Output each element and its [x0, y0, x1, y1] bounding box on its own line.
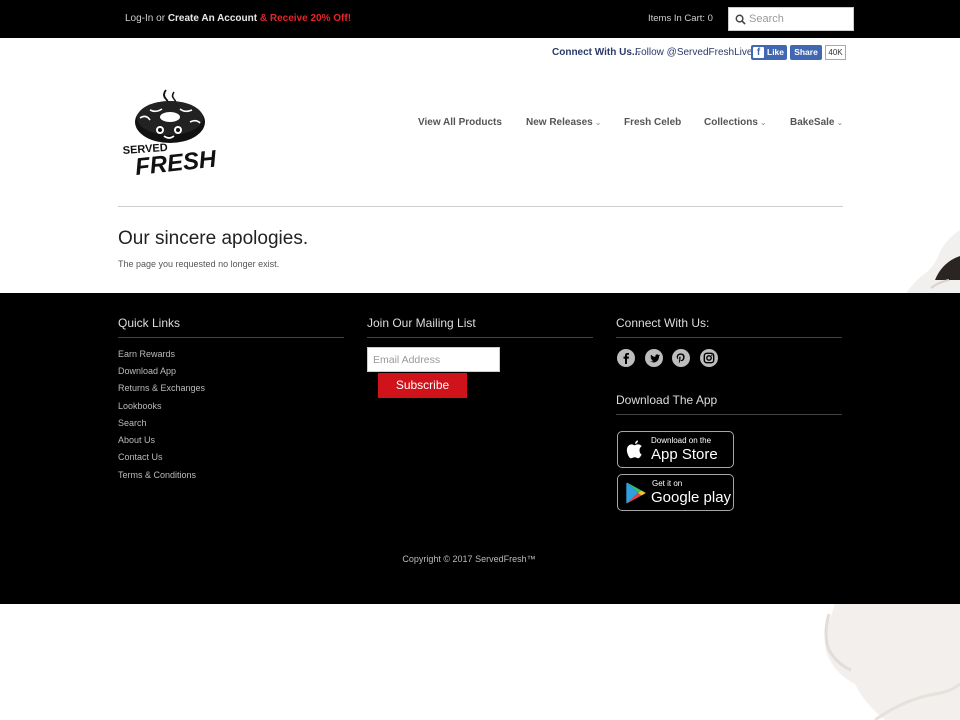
footer-link-about-us[interactable]: About Us: [118, 435, 155, 445]
nav-label: BakeSale: [790, 117, 835, 128]
nav-bakesale[interactable]: BakeSale ⌄: [790, 117, 843, 128]
chevron-down-icon: ⌄: [836, 118, 844, 127]
nav-label: New Releases: [526, 117, 593, 128]
mailing-list-heading: Join Our Mailing List: [367, 316, 476, 330]
create-account-link[interactable]: Create An Account: [168, 13, 257, 24]
nav-new-releases[interactable]: New Releases ⌄: [526, 117, 601, 128]
google-play-small-text: Get it on: [652, 479, 683, 488]
search-icon[interactable]: [735, 14, 746, 25]
follow-link[interactable]: Follow @ServedFreshLive: [635, 47, 752, 58]
cart-link[interactable]: Items In Cart: 0: [648, 13, 713, 24]
footer-link-lookbooks[interactable]: Lookbooks: [118, 401, 162, 411]
account-links: Log-In or Create An Account & Receive 20…: [125, 13, 351, 24]
like-label: Like: [767, 47, 785, 57]
nav-fresh-celeb[interactable]: Fresh Celeb: [624, 117, 681, 128]
or-text: or: [153, 13, 168, 24]
search-box[interactable]: [728, 7, 854, 31]
footer-divider: [118, 337, 344, 338]
connect-heading: Connect With Us:: [616, 316, 710, 330]
footer-divider: [616, 414, 842, 415]
footer-link-contact-us[interactable]: Contact Us: [118, 452, 163, 462]
twitter-icon[interactable]: [645, 349, 663, 367]
download-app-heading: Download The App: [616, 393, 718, 407]
subscribe-button[interactable]: Subscribe: [378, 373, 467, 398]
copyright-text: Copyright © 2017 ServedFresh™: [402, 554, 536, 564]
footer-link-download-app[interactable]: Download App: [118, 366, 176, 376]
top-bar: Log-In or Create An Account & Receive 20…: [0, 0, 960, 38]
google-play-badge[interactable]: Get it on Google play: [617, 474, 734, 511]
footer-link-returns-exchanges[interactable]: Returns & Exchanges: [118, 383, 205, 393]
app-store-small-text: Download on the: [651, 436, 712, 445]
footer-divider: [367, 337, 593, 338]
google-play-icon: [626, 482, 646, 504]
app-store-badge[interactable]: Download on the App Store: [617, 431, 734, 468]
served-fresh-logo[interactable]: SERVED FRESH: [120, 88, 216, 180]
email-field[interactable]: [367, 347, 500, 372]
nav-collections[interactable]: Collections ⌄: [704, 117, 767, 128]
background-figure-image: [824, 604, 960, 720]
google-play-big-text: Google play: [651, 489, 732, 506]
nav-view-all-products[interactable]: View All Products: [418, 117, 502, 128]
page-title: Our sincere apologies.: [118, 228, 309, 249]
footer-link-earn-rewards[interactable]: Earn Rewards: [118, 349, 175, 359]
background-figure-image: [905, 210, 960, 295]
facebook-like-button[interactable]: f Like: [751, 45, 787, 60]
login-link[interactable]: Log-In: [125, 13, 153, 24]
apple-icon: [626, 440, 642, 459]
nav-label: View All Products: [418, 117, 502, 128]
app-store-big-text: App Store: [651, 446, 718, 463]
error-message: The page you requested no longer exist.: [118, 259, 280, 269]
nav-label: Collections: [704, 117, 758, 128]
chevron-down-icon: ⌄: [594, 118, 602, 127]
promo-text[interactable]: & Receive 20% Off!: [257, 13, 351, 24]
facebook-share-button[interactable]: Share: [790, 45, 822, 60]
footer-link-search[interactable]: Search: [118, 418, 147, 428]
search-input[interactable]: [749, 10, 849, 28]
nav-label: Fresh Celeb: [624, 117, 682, 128]
quick-links-heading: Quick Links: [118, 316, 181, 330]
instagram-icon[interactable]: [700, 349, 718, 367]
footer-link-terms-conditions[interactable]: Terms & Conditions: [118, 470, 196, 480]
chevron-down-icon: ⌄: [759, 118, 767, 127]
footer-divider: [616, 337, 842, 338]
like-count: 40K: [825, 45, 846, 60]
header-divider: [118, 206, 843, 207]
connect-label: Connect With Us...: [552, 47, 641, 58]
facebook-icon: f: [753, 47, 764, 58]
facebook-icon[interactable]: [617, 349, 635, 367]
pinterest-icon[interactable]: [672, 349, 690, 367]
